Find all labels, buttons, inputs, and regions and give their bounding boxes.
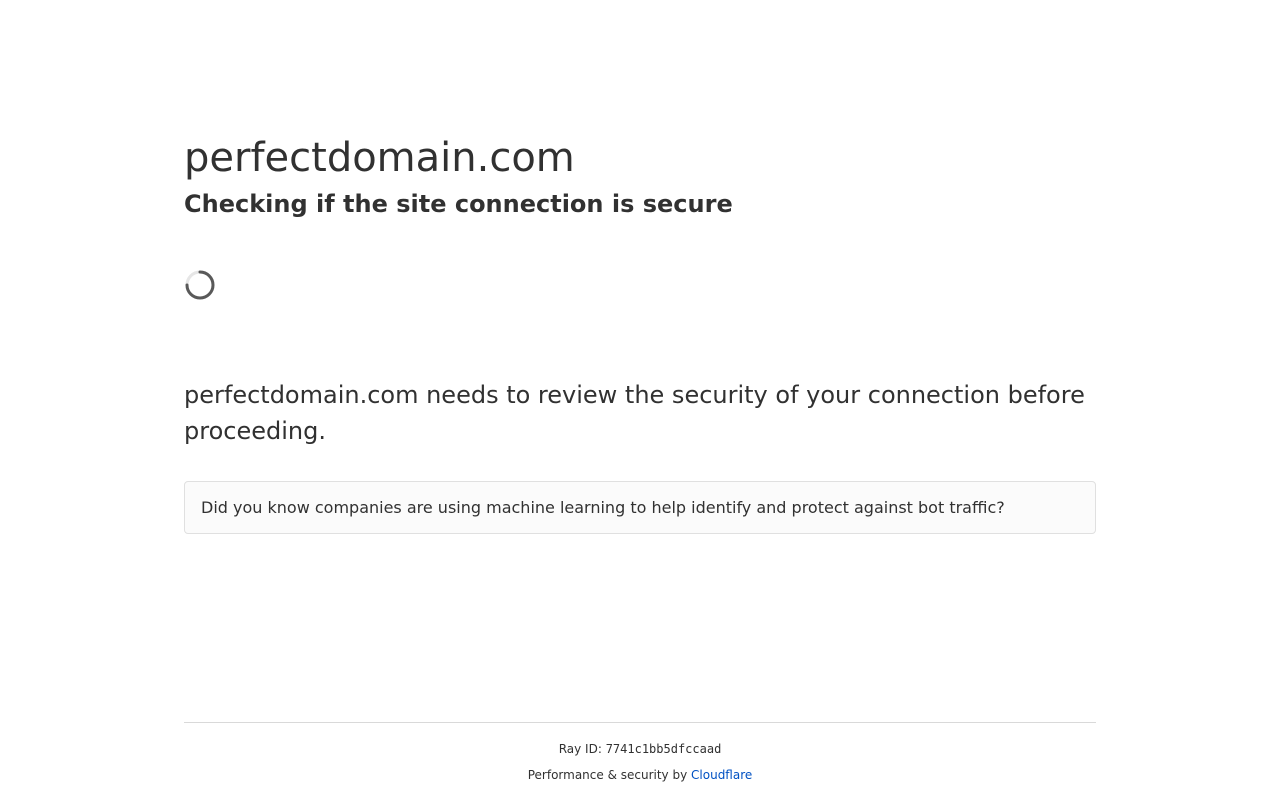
- info-box: Did you know companies are using machine…: [184, 481, 1096, 534]
- loading-spinner-icon: [184, 269, 216, 301]
- security-message: perfectdomain.com needs to review the se…: [184, 381, 1085, 445]
- main-content: perfectdomain.com Checking if the site c…: [184, 130, 1096, 534]
- performance-label: Performance & security by: [527, 768, 688, 782]
- page-title: perfectdomain.com: [184, 135, 575, 181]
- info-box-text: Did you know companies are using machine…: [201, 498, 1005, 517]
- cloudflare-link[interactable]: Cloudflare: [691, 768, 752, 782]
- ray-id-value: 7741c1bb5dfccaad: [605, 742, 722, 756]
- status-heading: Checking if the site connection is secur…: [184, 190, 733, 218]
- challenge-page: perfectdomain.com Checking if the site c…: [0, 0, 1280, 800]
- ray-id-label: Ray ID:: [558, 742, 602, 756]
- ray-id-line: Ray ID: 7741c1bb5dfccaad: [184, 741, 1096, 757]
- performance-line: Performance & security by Cloudflare: [184, 767, 1096, 783]
- footer: Ray ID: 7741c1bb5dfccaad Performance & s…: [184, 722, 1096, 783]
